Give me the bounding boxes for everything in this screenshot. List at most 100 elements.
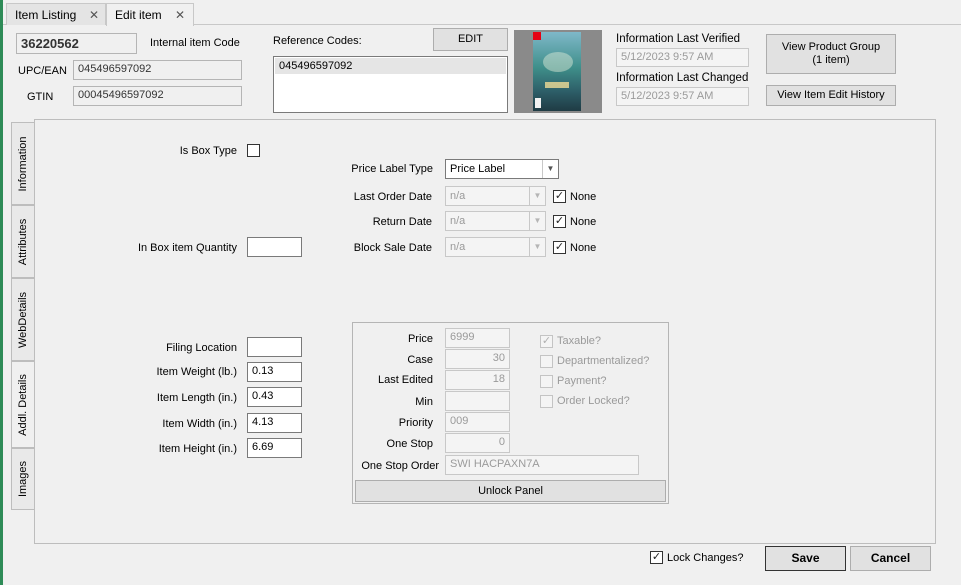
tab-information[interactable]: Information: [11, 122, 35, 205]
min-field: [445, 391, 510, 411]
upc-field[interactable]: 045496597092: [73, 60, 242, 80]
lock-changes-label: Lock Changes?: [667, 552, 744, 564]
departmentalized-checkbox: [540, 355, 553, 368]
item-number-field[interactable]: 36220562: [16, 33, 137, 54]
chevron-down-icon: ▼: [529, 187, 545, 205]
is-box-type-checkbox[interactable]: [247, 144, 260, 157]
info-verified-field: 5/12/2023 9:57 AM: [616, 48, 749, 67]
tab-item-listing-label: Item Listing: [15, 8, 77, 22]
is-box-type-label: Is Box Type: [179, 145, 237, 157]
internal-code-label: Internal item Code: [150, 37, 240, 49]
priority-field: 009: [445, 412, 510, 432]
last-edited-label: Last Edited: [377, 374, 433, 386]
product-image: [514, 30, 602, 113]
unlock-panel-button[interactable]: Unlock Panel: [355, 480, 666, 502]
info-verified-label: Information Last Verified: [616, 33, 741, 45]
departmentalized-label: Departmentalized?: [557, 355, 650, 367]
chevron-down-icon: ▼: [529, 212, 545, 230]
return-date-value: n/a: [450, 215, 466, 227]
tab-information-label: Information: [17, 135, 29, 192]
cover-landscape: [543, 52, 573, 72]
tab-webdetails[interactable]: WebDetails: [11, 278, 35, 361]
lock-changes-checkbox[interactable]: ✓: [650, 551, 663, 564]
cancel-button[interactable]: Cancel: [850, 546, 931, 571]
one-stop-order-field: SWI HACPAXN7A: [445, 455, 639, 475]
price-label-type-select[interactable]: Price Label ▼: [445, 159, 559, 179]
window-accent-bar: [0, 0, 3, 585]
view-product-group-button[interactable]: View Product Group (1 item): [766, 34, 896, 74]
view-product-group-label: View Product Group: [781, 41, 881, 53]
gtin-label: GTIN: [27, 91, 54, 103]
filing-location-input[interactable]: [247, 337, 302, 357]
item-weight-label: Item Weight (lb.): [156, 366, 238, 378]
info-changed-label: Information Last Changed: [616, 72, 749, 84]
item-length-input[interactable]: 0.43: [247, 387, 302, 407]
tab-webdetails-label: WebDetails: [17, 291, 29, 348]
one-stop-order-label: One Stop Order: [361, 460, 439, 472]
item-height-label: Item Height (in.): [158, 443, 237, 455]
item-length-label: Item Length (in.): [156, 392, 237, 404]
tab-item-listing[interactable]: Item Listing ✕: [6, 3, 106, 25]
return-date-picker[interactable]: n/a ▼: [445, 211, 546, 231]
price-field: 6999: [445, 328, 510, 348]
case-field: 30: [445, 349, 510, 369]
close-icon[interactable]: ✕: [89, 8, 99, 22]
last-order-none-checkbox[interactable]: ✓: [553, 190, 566, 203]
taxable-checkbox: ✓: [540, 335, 553, 348]
last-order-date-label: Last Order Date: [353, 191, 432, 203]
filing-location-label: Filing Location: [166, 342, 237, 354]
priority-label: Priority: [398, 417, 433, 429]
block-sale-none-label: None: [570, 242, 597, 254]
tab-images[interactable]: Images: [11, 448, 35, 510]
chevron-down-icon: ▼: [529, 238, 545, 256]
tab-addl-details-label: Addl. Details: [17, 373, 29, 436]
one-stop-field: 0: [445, 433, 510, 453]
tab-attributes-label: Attributes: [17, 218, 29, 265]
tab-images-label: Images: [17, 460, 29, 498]
block-sale-none-checkbox[interactable]: ✓: [553, 241, 566, 254]
switch-logo-band: [533, 32, 541, 40]
min-label: Min: [415, 396, 433, 408]
tab-attributes[interactable]: Attributes: [11, 205, 35, 278]
block-sale-date-label: Block Sale Date: [353, 242, 432, 254]
block-sale-date-value: n/a: [450, 241, 466, 253]
item-height-input[interactable]: 6.69: [247, 438, 302, 458]
close-icon[interactable]: ✕: [175, 8, 185, 22]
edit-button[interactable]: EDIT: [433, 28, 508, 51]
payment-label: Payment?: [557, 375, 607, 387]
return-none-checkbox[interactable]: ✓: [553, 215, 566, 228]
save-button[interactable]: Save: [765, 546, 846, 571]
upc-label: UPC/EAN: [18, 65, 67, 77]
price-label-type-label: Price Label Type: [351, 163, 433, 175]
gtin-field[interactable]: 00045496597092: [73, 86, 242, 106]
view-item-edit-history-button[interactable]: View Item Edit History: [766, 85, 896, 106]
order-locked-checkbox: [540, 395, 553, 408]
tab-edit-item[interactable]: Edit item ✕: [106, 3, 194, 26]
game-cover: [533, 32, 581, 111]
cover-title-art: [545, 82, 569, 88]
tab-strip: Item Listing ✕ Edit item ✕: [3, 0, 961, 26]
case-label: Case: [407, 354, 433, 366]
return-none-label: None: [570, 216, 597, 228]
return-date-label: Return Date: [372, 216, 432, 228]
last-edited-field: 18: [445, 370, 510, 390]
price-label-type-value: Price Label: [450, 163, 506, 175]
in-box-quantity-label: In Box item Quantity: [137, 242, 237, 254]
item-weight-input[interactable]: 0.13: [247, 362, 302, 382]
info-changed-field: 5/12/2023 9:57 AM: [616, 87, 749, 106]
last-order-date-value: n/a: [450, 190, 466, 202]
last-order-date-picker[interactable]: n/a ▼: [445, 186, 546, 206]
chevron-down-icon: ▼: [542, 160, 558, 178]
addl-details-panel: Is Box Type In Box item Quantity Price L…: [34, 119, 936, 544]
item-width-input[interactable]: 4.13: [247, 413, 302, 433]
tab-addl-details[interactable]: Addl. Details: [11, 361, 35, 448]
order-locked-label: Order Locked?: [557, 395, 630, 407]
in-box-quantity-input[interactable]: [247, 237, 302, 257]
reference-codes-list[interactable]: 045496597092: [273, 56, 508, 113]
block-sale-date-picker[interactable]: n/a ▼: [445, 237, 546, 257]
list-item[interactable]: 045496597092: [275, 58, 506, 74]
payment-checkbox: [540, 375, 553, 388]
reference-codes-label: Reference Codes:: [273, 35, 362, 47]
view-product-group-count: (1 item): [812, 54, 850, 66]
price-settings-panel: Price 6999 Case 30 Last Edited 18 Min Pr…: [352, 322, 669, 504]
